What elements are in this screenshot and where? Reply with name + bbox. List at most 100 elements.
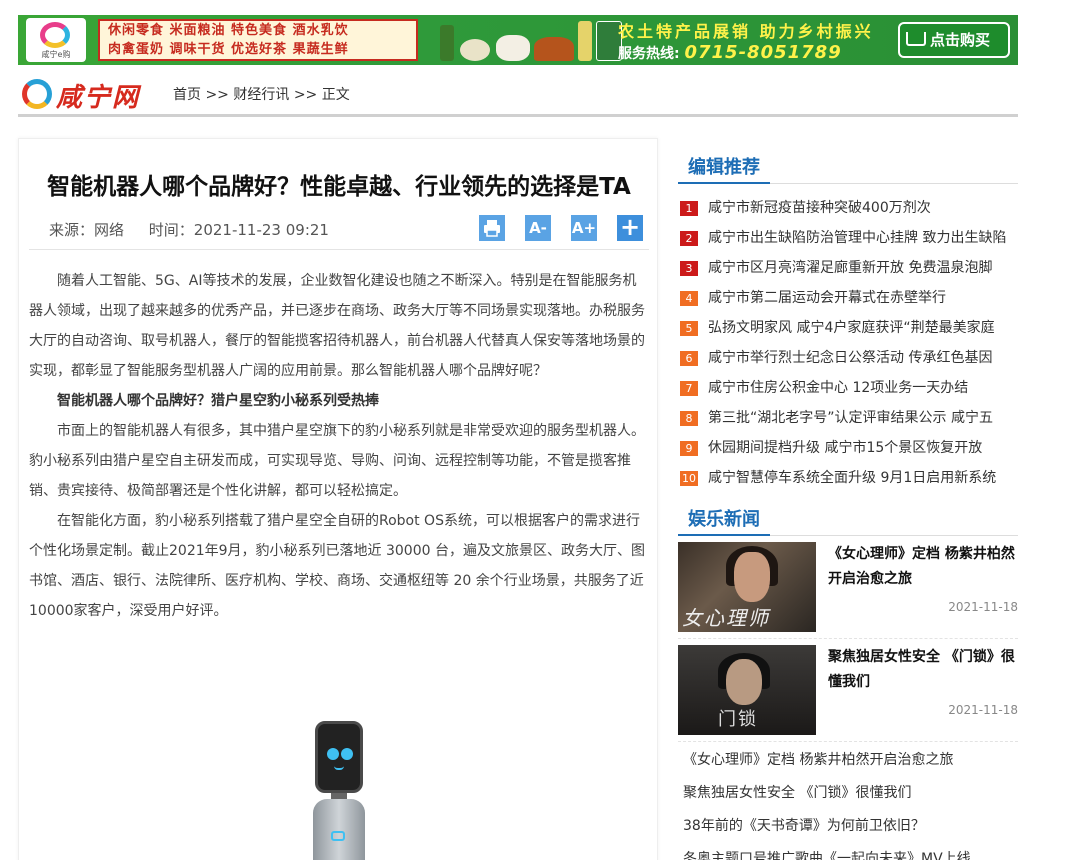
editor-pick-link[interactable]: 咸宁市住房公积金中心 12项业务一天办结	[708, 380, 968, 396]
robot-head	[315, 721, 363, 793]
editor-pick-link[interactable]: 第三批“湖北老字号”认定评审结果公示 咸宁五	[708, 410, 993, 426]
rank-number: 1	[680, 201, 698, 216]
article-content: 随着人工智能、5G、AI等技术的发展，企业数智化建设也随之不断深入。特别是在智能…	[29, 266, 649, 626]
bowl-image	[460, 39, 490, 61]
hotline-label: 服务热线:	[618, 46, 680, 62]
entertainment-date: 2021-11-18	[948, 703, 1018, 717]
editor-pick-item[interactable]: 8 第三批“湖北老字号”认定评审结果公示 咸宁五	[678, 403, 1018, 433]
editor-pick-link[interactable]: 咸宁市出生缺陷防治管理中心挂牌 致力出生缺陷	[708, 230, 1006, 246]
editor-pick-link[interactable]: 咸宁智慧停车系统全面升级 9月1日启用新系统	[708, 470, 996, 486]
buy-button-label: 点击购买	[930, 31, 991, 49]
editor-pick-link[interactable]: 咸宁市第二届运动会开幕式在赤壁举行	[708, 290, 946, 306]
banner-slogan: 农土特产品展销 助力乡村振兴	[618, 22, 874, 41]
rank-number: 4	[680, 291, 698, 306]
bottle-image	[440, 25, 454, 61]
printer-icon	[484, 220, 500, 237]
entertainment-link[interactable]: 《女心理师》定档 杨紫井柏然开启治愈之旅	[683, 744, 1018, 777]
robot-eye	[341, 748, 353, 760]
rank-number: 2	[680, 231, 698, 246]
entertainment-date: 2021-11-18	[948, 600, 1018, 614]
poster-title: 女心理师	[682, 606, 770, 630]
entertainment-headline[interactable]: 聚焦独居女性安全 《门锁》很懂我们	[828, 645, 1018, 695]
site-logo-icon	[22, 79, 52, 109]
entertainment-link[interactable]: 38年前的《天书奇谭》为何前卫依旧？	[683, 810, 1018, 843]
editor-pick-item[interactable]: 5 弘扬文明家风 咸宁4户家庭获评“荆楚最美家庭	[678, 313, 1018, 343]
article-time: 时间：2021-11-23 09:21	[148, 221, 329, 239]
robot-badge	[331, 831, 345, 841]
entertainment-thumbnail[interactable]: 女心理师	[678, 542, 816, 632]
poster-face	[726, 659, 762, 705]
breadcrumb-finance[interactable]: 财经行讯	[233, 87, 289, 103]
buy-button[interactable]: 点击购买	[898, 22, 1010, 58]
banner-categories-row-2: 肉禽蛋奶 调味干货 优选好茶 果蔬生鲜	[108, 42, 349, 57]
print-button[interactable]	[479, 215, 505, 241]
breadcrumb-current: 正文	[321, 87, 350, 103]
oil-bottle-image	[578, 21, 592, 61]
editor-pick-item[interactable]: 3 咸宁市区月亮湾濯足廊重新开放 免费温泉泡脚	[678, 253, 1018, 283]
robot-eye	[327, 748, 339, 760]
article-paragraph: 在智能化方面，豹小秘系列搭载了猎户星空全自研的Robot OS系统，可以根据客户…	[29, 513, 645, 619]
entertainment-headline[interactable]: 《女心理师》定档 杨紫井柏然开启治愈之旅	[828, 542, 1018, 592]
hotline-number: 0715-8051789	[684, 42, 842, 63]
banner-logo-text: 咸宁e购	[41, 50, 71, 59]
editor-pick-link[interactable]: 咸宁市区月亮湾濯足廊重新开放 免费温泉泡脚	[708, 260, 992, 276]
banner-logo: 咸宁e购	[26, 18, 86, 62]
article-panel: 智能机器人哪个品牌好？性能卓越、行业领先的选择是TA 来源：网络 时间：2021…	[18, 138, 658, 860]
cart-icon	[906, 32, 926, 46]
rank-number: 6	[680, 351, 698, 366]
food-plate-image	[534, 37, 574, 61]
banner-product-images	[426, 17, 626, 63]
entertainment-title: 娱乐新闻	[678, 506, 770, 536]
editor-pick-link[interactable]: 咸宁市举行烈士纪念日公祭活动 传承红色基因	[708, 350, 992, 366]
article-meta: 来源：网络 时间：2021-11-23 09:21	[49, 219, 349, 240]
article-subheading: 智能机器人哪个品牌好？猎户星空豹小秘系列受热捧	[57, 393, 379, 409]
entertainment-item[interactable]: 门锁 聚焦独居女性安全 《门锁》很懂我们 2021-11-18	[678, 645, 1018, 745]
entertainment-separator	[678, 638, 1018, 639]
robot-image	[309, 719, 369, 860]
editor-pick-link[interactable]: 弘扬文明家风 咸宁4户家庭获评“荆楚最美家庭	[708, 320, 995, 336]
banner-hotline: 服务热线: 0715-8051789	[618, 42, 842, 63]
breadcrumb: 首页 >> 财经行讯 >> 正文	[173, 84, 350, 104]
entertainment-separator	[678, 741, 1018, 742]
share-add-button[interactable]: +	[617, 215, 643, 241]
editor-picks-title: 编辑推荐	[678, 154, 770, 184]
top-banner-ad[interactable]: 咸宁e购 休闲零食 米面粮油 特色美食 酒水乳饮 肉禽蛋奶 调味干货 优选好茶 …	[18, 15, 1018, 65]
entertainment-thumbnail[interactable]: 门锁	[678, 645, 816, 735]
font-increase-button[interactable]: A+	[571, 215, 597, 241]
rank-number: 3	[680, 261, 698, 276]
editor-pick-item[interactable]: 1 咸宁市新冠疫苗接种突破400万剂次	[678, 193, 1018, 223]
eggs-image	[496, 35, 530, 61]
editor-pick-item[interactable]: 4 咸宁市第二届运动会开幕式在赤壁举行	[678, 283, 1018, 313]
editor-picks-list: 1 咸宁市新冠疫苗接种突破400万剂次 2 咸宁市出生缺陷防治管理中心挂牌 致力出生…	[678, 193, 1018, 493]
rank-number: 8	[680, 411, 698, 426]
editor-pick-item[interactable]: 6 咸宁市举行烈士纪念日公祭活动 传承红色基因	[678, 343, 1018, 373]
editor-pick-link[interactable]: 休园期间提档升级 咸宁市15个景区恢复开放	[708, 440, 982, 456]
article-paragraph: 随着人工智能、5G、AI等技术的发展，企业数智化建设也随之不断深入。特别是在智能…	[29, 273, 645, 379]
robot-mouth	[334, 766, 344, 770]
poster-face	[734, 552, 770, 602]
editor-pick-item[interactable]: 7 咸宁市住房公积金中心 12项业务一天办结	[678, 373, 1018, 403]
header-divider	[18, 114, 1018, 117]
entertainment-link[interactable]: 聚焦独居女性安全 《门锁》很懂我们	[683, 777, 1018, 810]
entertainment-text-list: 《女心理师》定档 杨紫井柏然开启治愈之旅 聚焦独居女性安全 《门锁》很懂我们 3…	[683, 744, 1018, 860]
banner-categories: 休闲零食 米面粮油 特色美食 酒水乳饮 肉禽蛋奶 调味干货 优选好茶 果蔬生鲜	[98, 19, 418, 61]
editor-pick-item[interactable]: 9 休园期间提档升级 咸宁市15个景区恢复开放	[678, 433, 1018, 463]
editor-pick-item[interactable]: 2 咸宁市出生缺陷防治管理中心挂牌 致力出生缺陷	[678, 223, 1018, 253]
site-logo-text: 咸宁网	[56, 83, 141, 113]
rank-number: 5	[680, 321, 698, 336]
robot-body	[313, 799, 365, 860]
entertainment-item[interactable]: 女心理师 《女心理师》定档 杨紫井柏然开启治愈之旅 2021-11-18	[678, 542, 1018, 642]
editor-picks-header: 编辑推荐	[678, 154, 1018, 184]
article-paragraph: 市面上的智能机器人有很多，其中猎户星空旗下的豹小秘系列就是非常受欢迎的服务型机器…	[29, 423, 645, 499]
meta-divider	[29, 249, 649, 250]
editor-pick-item[interactable]: 10 咸宁智慧停车系统全面升级 9月1日启用新系统	[678, 463, 1018, 493]
font-decrease-button[interactable]: A-	[525, 215, 551, 241]
breadcrumb-home[interactable]: 首页	[173, 87, 201, 103]
article-title: 智能机器人哪个品牌好？性能卓越、行业领先的选择是TA	[47, 174, 631, 200]
entertainment-link[interactable]: 冬奥主题口号推广歌曲《一起向未来》MV上线	[683, 843, 1018, 860]
editor-pick-link[interactable]: 咸宁市新冠疫苗接种突破400万剂次	[708, 200, 931, 216]
article-source: 来源：网络	[49, 221, 125, 239]
breadcrumb-separator: >>	[205, 87, 229, 103]
site-logo[interactable]: 咸宁网	[22, 75, 144, 113]
poster-title: 门锁	[718, 709, 758, 730]
